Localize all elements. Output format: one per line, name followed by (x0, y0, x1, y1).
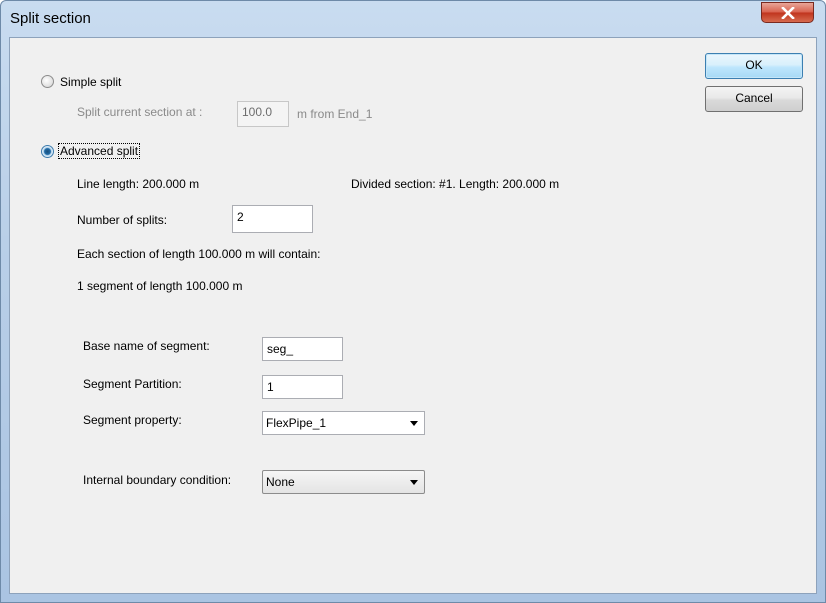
segment-property-select[interactable]: FlexPipe_1 (262, 411, 425, 435)
dialog-body: OK Cancel Simple split Split current sec… (9, 37, 817, 594)
segment-property-label: Segment property: (83, 413, 182, 427)
dialog-window: Split section OK Cancel Simple split Spl… (0, 0, 826, 603)
chevron-down-icon (410, 421, 418, 426)
chevron-down-icon (410, 480, 418, 485)
close-button[interactable] (761, 2, 814, 23)
base-name-label: Base name of segment: (83, 339, 210, 353)
divided-section-text: Divided section: #1. Length: 200.000 m (351, 177, 560, 191)
simple-split-label[interactable]: Simple split (60, 75, 121, 89)
segment-summary-text: 1 segment of length 100.000 m (77, 279, 243, 293)
title-bar[interactable]: Split section (1, 1, 825, 37)
split-at-label: Split current section at : (77, 105, 203, 119)
boundary-condition-value: None (266, 475, 295, 489)
segment-partition-input[interactable]: 1 (262, 375, 343, 399)
number-of-splits-label: Number of splits: (77, 213, 168, 227)
advanced-split-radio[interactable] (41, 145, 54, 158)
advanced-split-label[interactable]: Advanced split (57, 143, 141, 159)
each-section-text: Each section of length 100.000 m will co… (77, 247, 321, 261)
close-icon (781, 7, 795, 19)
window-title: Split section (10, 10, 91, 27)
segment-partition-label: Segment Partition: (83, 377, 182, 391)
boundary-condition-select[interactable]: None (262, 470, 425, 494)
segment-property-value: FlexPipe_1 (266, 416, 327, 430)
boundary-condition-label: Internal boundary condition: (83, 473, 232, 487)
cancel-button[interactable]: Cancel (705, 86, 803, 112)
simple-split-radio[interactable] (41, 75, 54, 88)
line-length-text: Line length: 200.000 m (77, 177, 200, 191)
split-at-unit: m from End_1 (297, 107, 373, 121)
number-of-splits-input[interactable]: 2 (232, 205, 313, 233)
split-at-input[interactable]: 100.0 (237, 101, 289, 127)
base-name-input[interactable]: seg_ (262, 337, 343, 361)
ok-button[interactable]: OK (705, 53, 803, 79)
